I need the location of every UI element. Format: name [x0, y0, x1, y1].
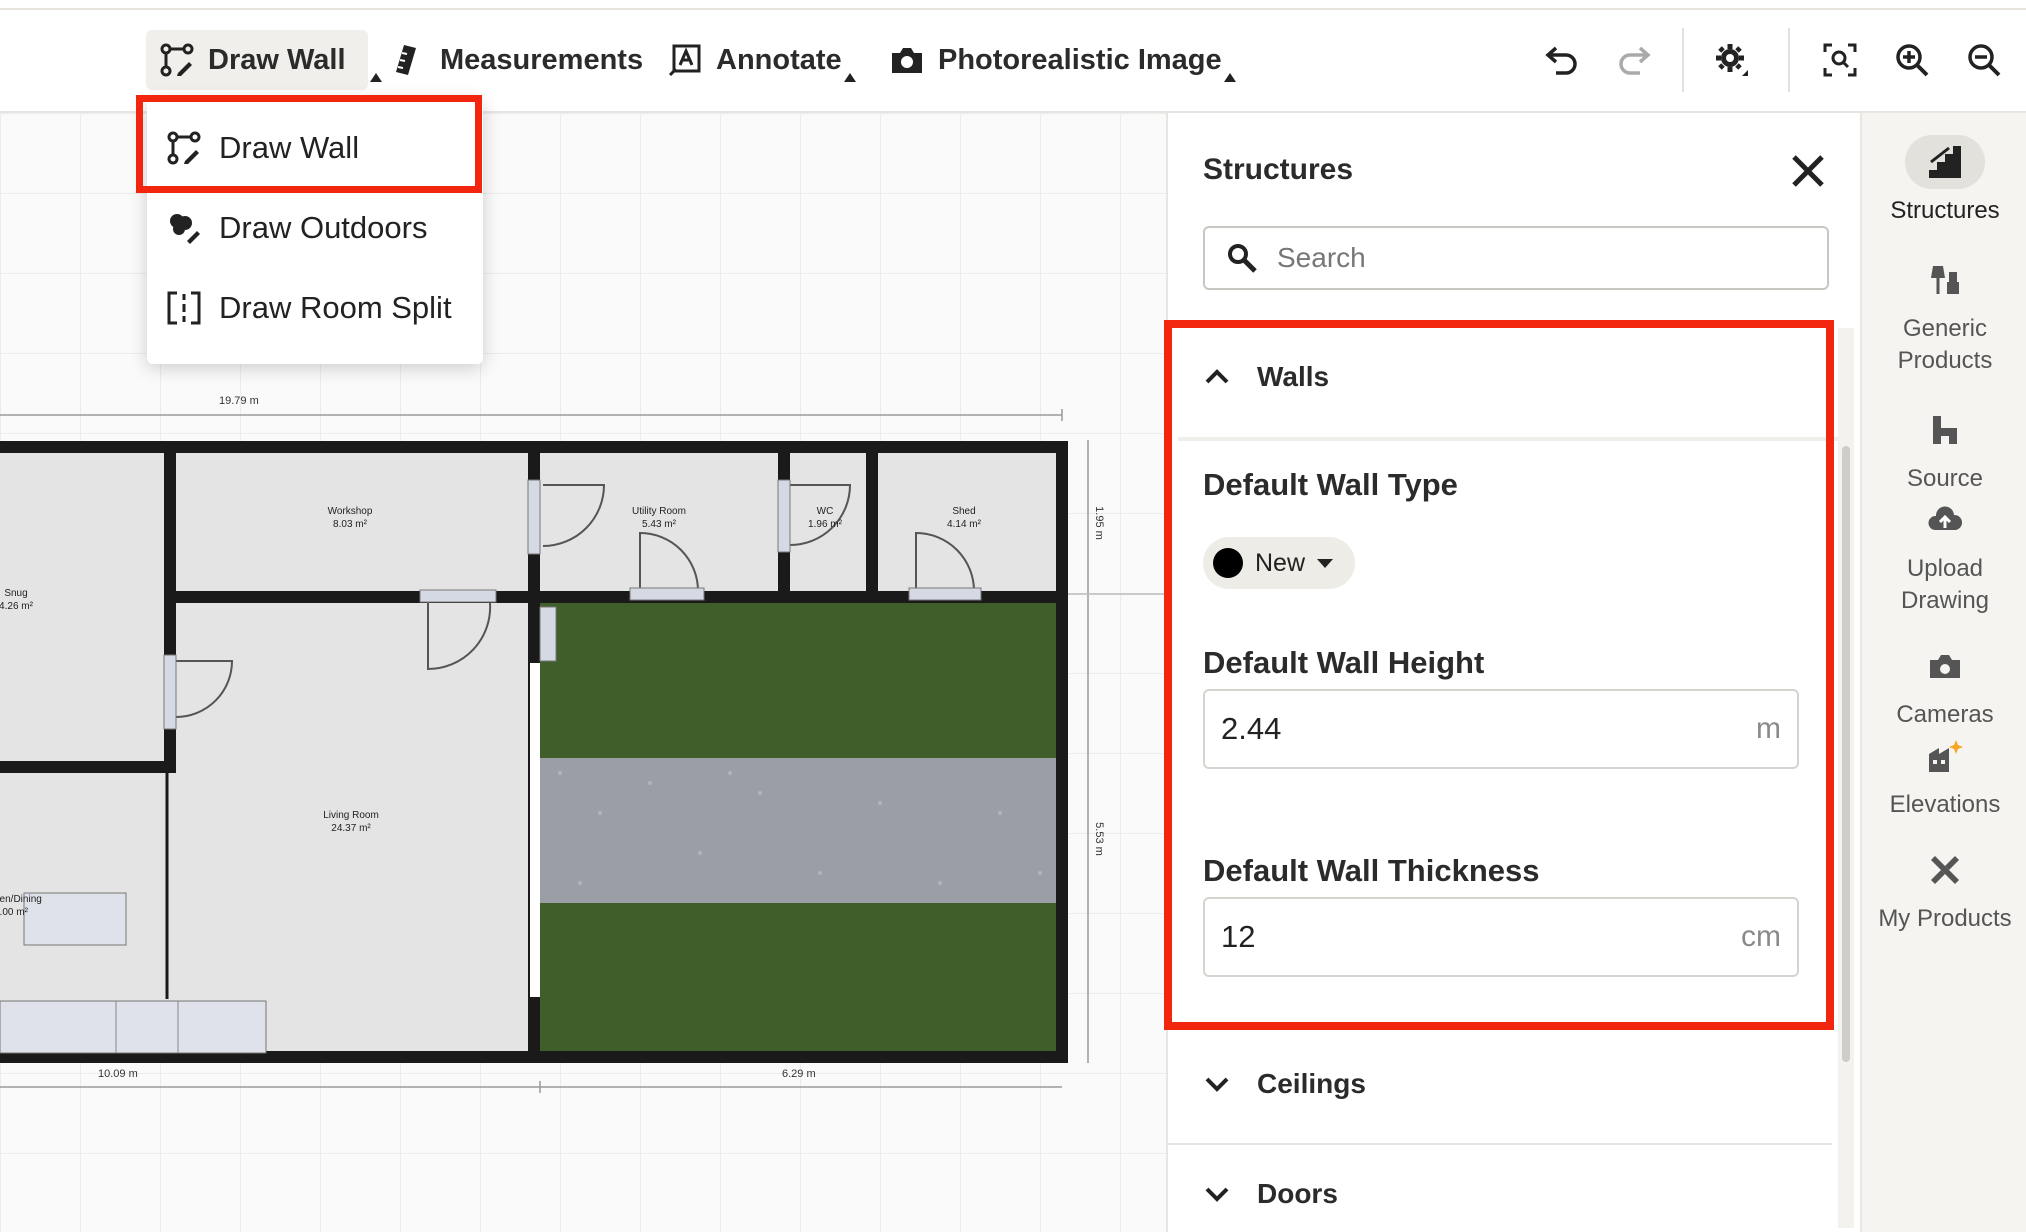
- ceilings-section-toggle[interactable]: Ceilings: [1203, 1068, 1366, 1100]
- search-input[interactable]: [1277, 242, 1797, 274]
- lamp-chair-icon: [1931, 266, 1959, 294]
- rail-label: Upload Drawing: [1900, 555, 1990, 614]
- rail-label: Source: [1906, 465, 1984, 492]
- annotate-label: Annotate: [716, 43, 842, 76]
- highlight-box-walls-section: [1164, 320, 1834, 1030]
- doors-section-toggle[interactable]: Doors: [1203, 1178, 1338, 1210]
- elevations-icon-wrap: [1905, 729, 1985, 783]
- room-label-shed[interactable]: Shed 4.14 m²: [934, 505, 994, 531]
- rail-label: Elevations: [1889, 791, 2001, 818]
- rail-item-upload-drawing[interactable]: Upload Drawing: [1862, 493, 2026, 617]
- close-button[interactable]: [1788, 151, 1828, 191]
- dimension-label: 10.09 m: [98, 1068, 138, 1080]
- draw-wall-button[interactable]: Draw Wall: [146, 30, 382, 90]
- room-label-utility-room[interactable]: Utility Room 5.43 m²: [614, 505, 704, 531]
- ruler-icon: [396, 45, 416, 75]
- caret-icon: [843, 73, 856, 82]
- undo-icon: [1545, 46, 1577, 75]
- rail-item-source[interactable]: Source: [1862, 403, 2026, 495]
- rail-item-structures[interactable]: Structures: [1862, 135, 2026, 227]
- section-divider: [1168, 1143, 1832, 1145]
- room-label-workshop[interactable]: Workshop 8.03 m²: [310, 505, 390, 531]
- annotate-button[interactable]: Annotate: [668, 30, 856, 90]
- structures-icon-wrap: [1905, 135, 1985, 189]
- redo-button[interactable]: [1612, 38, 1656, 82]
- annotate-icon: [668, 44, 701, 77]
- menu-item-label: Draw Room Split: [219, 290, 452, 325]
- camera-icon: [1930, 655, 1960, 678]
- redo-icon: [1619, 46, 1651, 75]
- right-sidebar: Structures Generic Products Source Uploa…: [1860, 113, 2026, 1232]
- tree-brush-icon: [170, 214, 200, 244]
- menu-item-draw-outdoors[interactable]: Draw Outdoors: [167, 198, 427, 258]
- rail-item-cameras[interactable]: Cameras: [1862, 639, 2026, 731]
- my-products-icon-wrap: [1905, 843, 1985, 897]
- zoom-fit-icon: [1823, 43, 1857, 77]
- generic-products-icon-wrap: [1905, 253, 1985, 307]
- upload-icon-wrap: [1905, 493, 1985, 547]
- zoom-in-button[interactable]: [1890, 38, 1934, 82]
- dimension-label: 1.95 m: [1092, 506, 1105, 540]
- settings-button[interactable]: [1710, 38, 1754, 82]
- rail-label: Structures: [1890, 197, 2000, 224]
- rail-item-generic-products[interactable]: Generic Products: [1862, 253, 2026, 377]
- caret-icon: [370, 73, 382, 82]
- dimension-label: 19.79 m: [219, 395, 259, 407]
- room-label-kitchen-dining[interactable]: hen/Dining3.00 m²: [0, 893, 54, 919]
- zoom-out-icon: [1968, 44, 2001, 77]
- rail-label: Cameras: [1896, 701, 1994, 728]
- window-top-border: [0, 0, 2026, 10]
- zoom-in-icon: [1896, 44, 1929, 77]
- measurements-label: Measurements: [440, 43, 644, 76]
- zoom-out-button[interactable]: [1962, 38, 2006, 82]
- menu-item-label: Draw Outdoors: [219, 210, 428, 245]
- search-icon: [1228, 244, 1257, 273]
- cameras-icon-wrap: [1905, 639, 1985, 693]
- room-label-snug[interactable]: Snug 4.26 m²: [0, 587, 46, 613]
- close-icon: [1792, 155, 1824, 187]
- cloud-upload-icon: [1928, 506, 1963, 530]
- zoom-fit-button[interactable]: [1818, 38, 1862, 82]
- dimension-label: 6.29 m: [782, 1068, 816, 1080]
- gear-icon: [1716, 44, 1748, 76]
- rail-item-elevations[interactable]: Elevations: [1862, 729, 2026, 821]
- measurements-button[interactable]: Measurements: [392, 30, 643, 90]
- doors-section-label: Doors: [1257, 1178, 1338, 1209]
- chevron-down-icon: [1205, 1187, 1229, 1202]
- rail-item-my-products[interactable]: My Products: [1862, 843, 2026, 935]
- undo-button[interactable]: [1540, 38, 1584, 82]
- stairs-icon: [1929, 146, 1961, 178]
- toolbar-divider: [1682, 28, 1684, 92]
- room-split-icon: [167, 291, 201, 325]
- highlight-box-draw-wall: [136, 95, 482, 193]
- menu-item-draw-room-split[interactable]: Draw Room Split: [167, 278, 452, 338]
- caret-icon: [1223, 73, 1236, 82]
- dimension-label: 5.53 m: [1092, 822, 1105, 856]
- draw-wall-label: Draw Wall: [208, 43, 346, 76]
- tools-icon: [1931, 856, 1959, 884]
- source-icon-wrap: [1905, 403, 1985, 457]
- toolbar-divider: [1788, 28, 1790, 92]
- ceilings-section-label: Ceilings: [1257, 1068, 1366, 1099]
- rail-label: My Products: [1878, 905, 2012, 932]
- chevron-down-icon: [1205, 1077, 1229, 1092]
- room-label-wc[interactable]: WC 1.96 m²: [800, 505, 850, 531]
- elevations-icon: [1929, 740, 1963, 772]
- source-icon: [1933, 416, 1957, 444]
- draw-wall-icon: [160, 43, 194, 77]
- camera-icon: [892, 48, 922, 73]
- scrollbar-thumb[interactable]: [1842, 446, 1850, 1062]
- photorealistic-label: Photorealistic Image: [938, 43, 1222, 76]
- rail-label: Generic Products: [1897, 315, 1993, 374]
- photorealistic-image-button[interactable]: Photorealistic Image: [890, 30, 1236, 90]
- panel-title: Structures: [1203, 153, 1354, 186]
- search-box[interactable]: [1203, 226, 1829, 290]
- room-label-living-room[interactable]: Living Room 24.37 m²: [306, 809, 396, 835]
- panel-scrollbar[interactable]: [1838, 328, 1854, 1228]
